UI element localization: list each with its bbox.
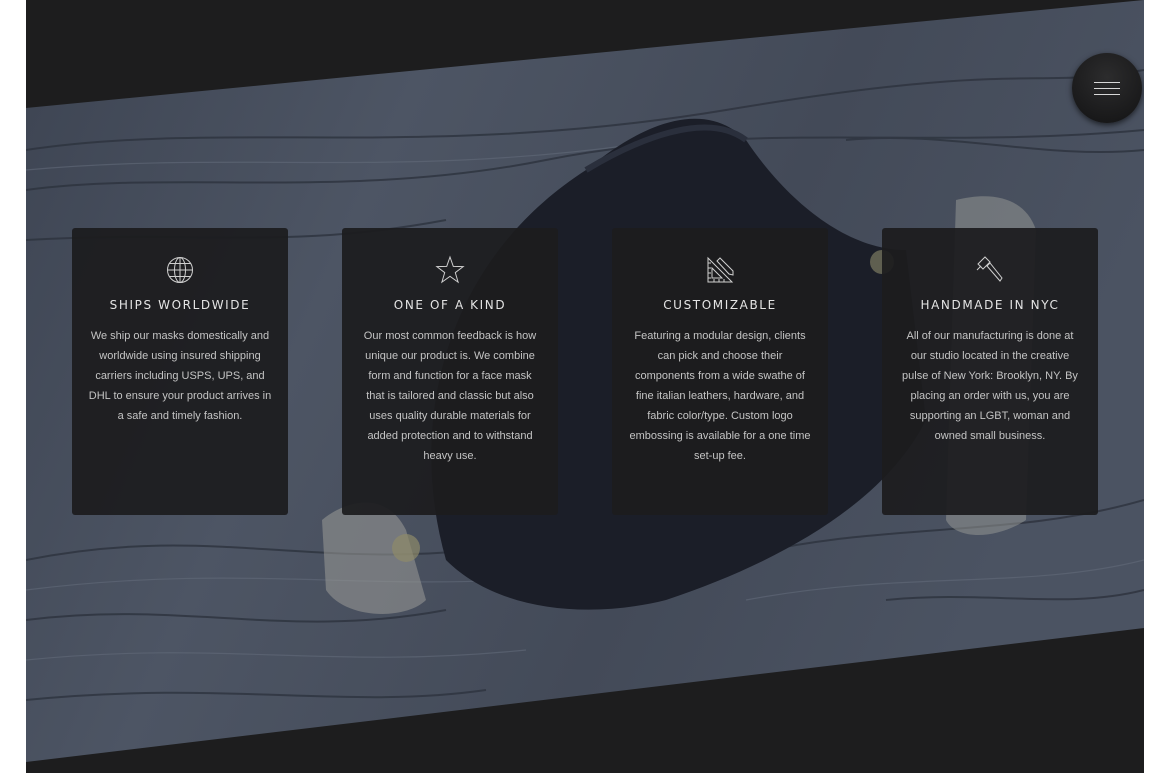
feature-card-ships-worldwide: SHIPS WORLDWIDE We ship our masks domest…	[72, 228, 288, 515]
feature-description: Our most common feedback is how unique o…	[363, 330, 537, 462]
star-icon	[435, 255, 465, 284]
feature-card-handmade-in-nyc: HANDMADE IN NYC All of our manufacturing…	[882, 228, 1098, 515]
feature-title: SHIPS WORLDWIDE	[109, 298, 251, 312]
hamburger-menu-icon-bar	[1094, 94, 1120, 95]
feature-title: ONE OF A KIND	[393, 298, 507, 312]
feature-description: Featuring a modular design, clients can …	[629, 330, 811, 462]
feature-card-customizable: CUSTOMIZABLE Featuring a modular design,…	[612, 228, 828, 515]
feature-title: HANDMADE IN NYC	[920, 298, 1060, 312]
menu-button[interactable]	[1072, 53, 1142, 123]
globe-icon	[167, 257, 193, 283]
hammer-icon	[976, 256, 1003, 282]
feature-card-one-of-a-kind: ONE OF A KIND Our most common feedback i…	[342, 228, 558, 515]
feature-title: CUSTOMIZABLE	[663, 298, 777, 312]
ruler-pencil-icon	[707, 256, 734, 283]
hamburger-menu-icon	[1094, 82, 1120, 83]
hamburger-menu-icon-bar	[1094, 88, 1120, 89]
page-section: SHIPS WORLDWIDE We ship our masks domest…	[26, 0, 1144, 773]
feature-description: All of our manufacturing is done at our …	[902, 330, 1078, 442]
feature-description: We ship our masks domestically and world…	[88, 330, 272, 422]
